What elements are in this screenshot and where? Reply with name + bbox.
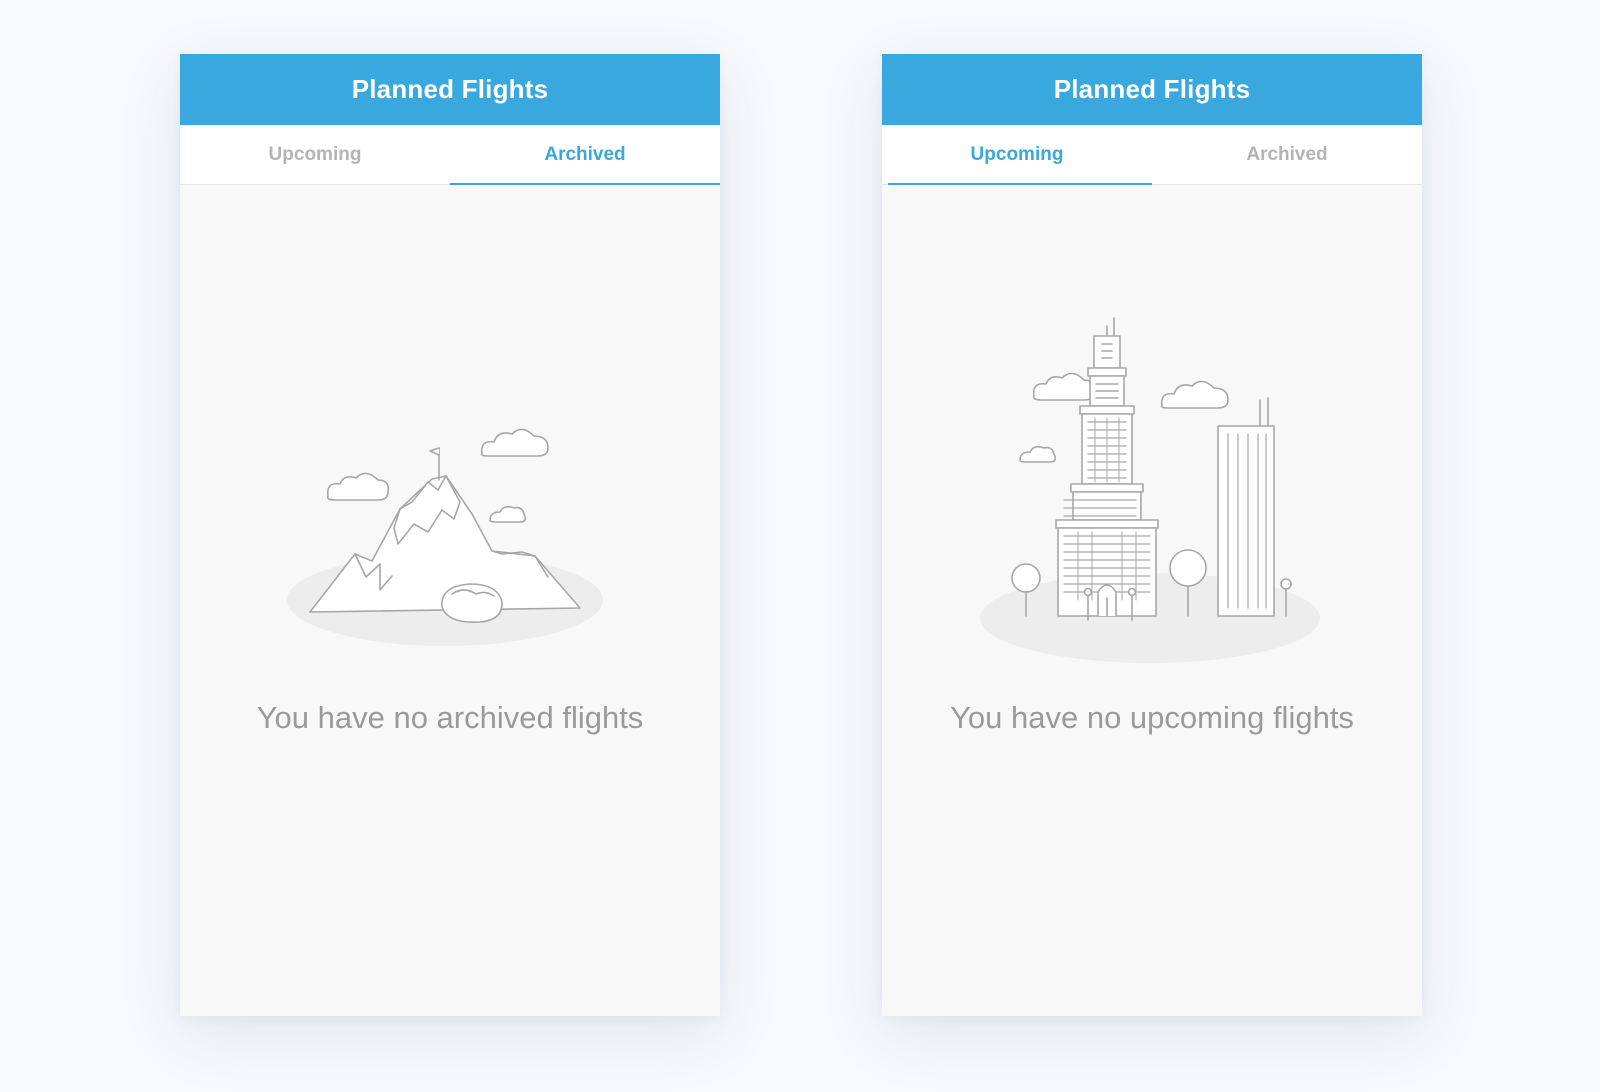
empty-state-message: You have no archived flights — [256, 700, 644, 735]
empty-state-message: You have no upcoming flights — [950, 700, 1354, 735]
upcoming-flights-screen: Planned Flights Upcoming Archived You ha… — [882, 54, 1422, 1016]
mountain-illustration — [287, 428, 603, 646]
archived-flights-screen: Planned Flights Upcoming Archived You ha… — [180, 54, 720, 1016]
city-skyline-illustration — [980, 317, 1320, 663]
